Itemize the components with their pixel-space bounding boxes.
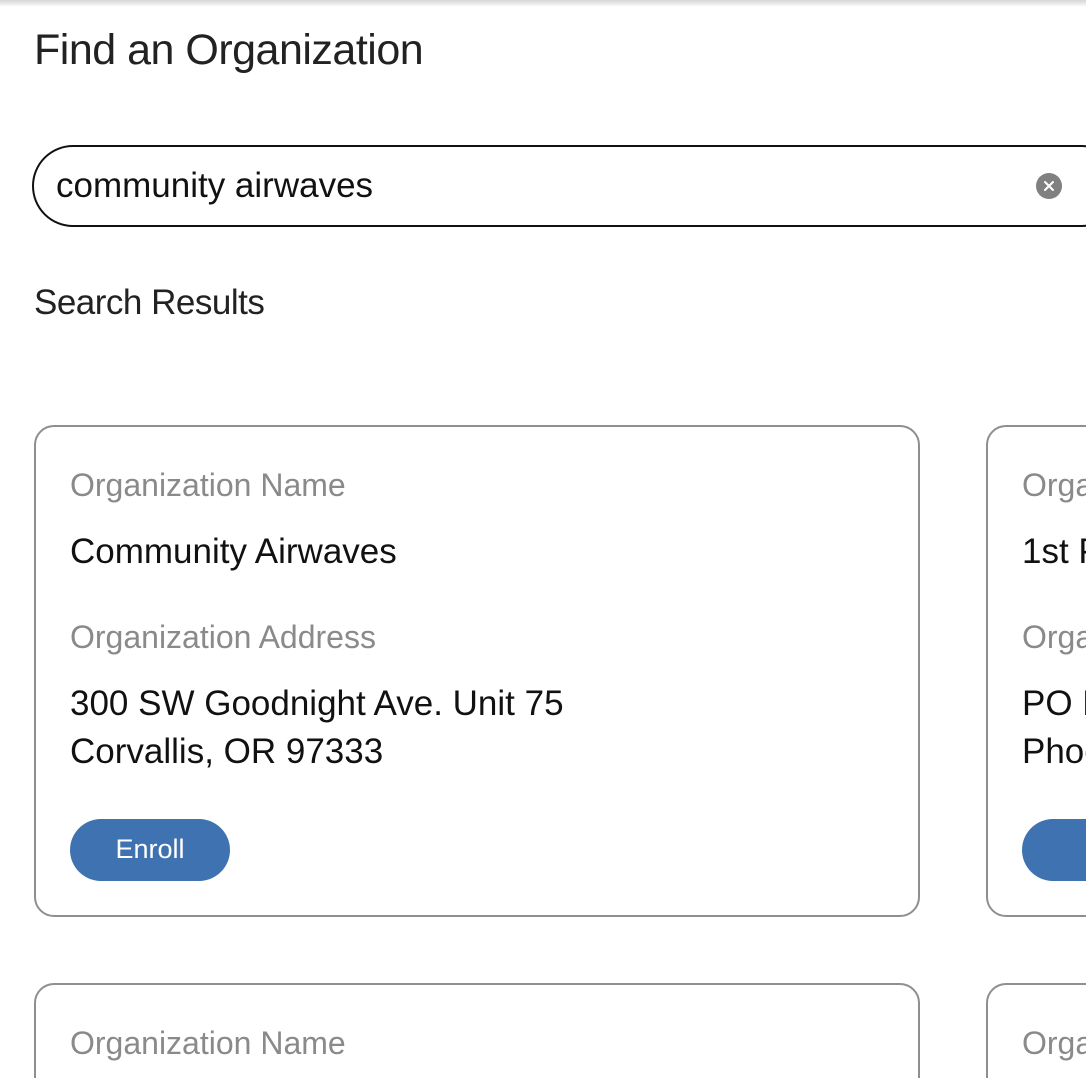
org-address-label: Orga — [1022, 619, 1086, 656]
enroll-button[interactable]: En — [1022, 819, 1086, 881]
org-name-label: Organization Name — [70, 1025, 884, 1062]
org-address-value: 300 SW Goodnight Ave. Unit 75 Corvallis,… — [70, 680, 884, 775]
org-name-label: Orga — [1022, 467, 1086, 504]
main-container: Find an Organization Search Results Orga… — [0, 26, 1086, 1078]
org-address-block: Organization Address 300 SW Goodnight Av… — [70, 619, 884, 775]
address-line-2: Corvallis, OR 97333 — [70, 728, 884, 775]
search-results-heading: Search Results — [34, 283, 1052, 323]
search-input[interactable] — [32, 145, 1086, 227]
clear-search-button[interactable] — [1036, 173, 1062, 199]
org-name-block: Organization Name Community Airwaves — [70, 467, 884, 575]
result-card: Orga 1st P Orga PO B Phoe En — [986, 425, 1086, 917]
org-name-label: Orga — [1022, 1025, 1086, 1062]
address-line-1: 300 SW Goodnight Ave. Unit 75 — [70, 680, 884, 727]
page-title: Find an Organization — [34, 26, 1052, 75]
results-row-1: Organization Name Community Airwaves Org… — [34, 425, 1052, 917]
results-row-2: Organization Name Orga — [34, 983, 1052, 1078]
org-address-value: PO B Phoe — [1022, 680, 1086, 775]
org-name-value: Community Airwaves — [70, 528, 884, 575]
org-address-block: Orga PO B Phoe — [1022, 619, 1086, 775]
org-address-label: Organization Address — [70, 619, 884, 656]
x-clear-icon — [1043, 180, 1055, 192]
enroll-button[interactable]: Enroll — [70, 819, 230, 881]
org-name-block: Orga 1st P — [1022, 467, 1086, 575]
result-card: Orga — [986, 983, 1086, 1078]
result-card: Organization Name Community Airwaves Org… — [34, 425, 920, 917]
top-gradient — [0, 0, 1086, 6]
org-name-value: 1st P — [1022, 528, 1086, 575]
search-wrapper — [32, 145, 1052, 227]
address-line-2: Phoe — [1022, 728, 1086, 775]
org-name-label: Organization Name — [70, 467, 884, 504]
result-card: Organization Name — [34, 983, 920, 1078]
address-line-1: PO B — [1022, 680, 1086, 727]
